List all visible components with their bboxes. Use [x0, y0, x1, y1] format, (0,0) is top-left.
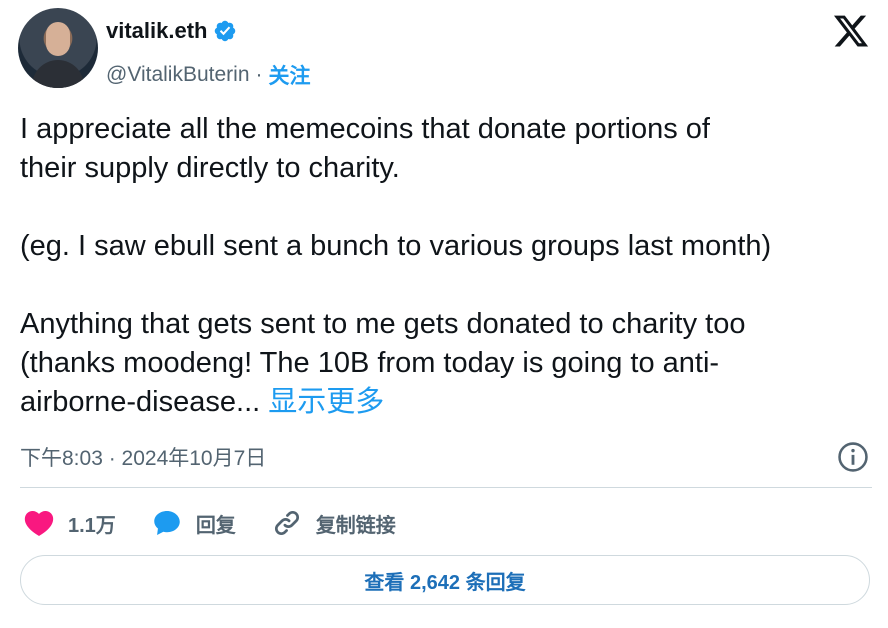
tweet-meta: 下午8:03 · 2024年10月7日: [20, 440, 870, 474]
tweet-body: I appreciate all the memecoins that dona…: [20, 113, 772, 418]
reply-label: 回复: [195, 514, 236, 537]
timestamp[interactable]: 下午8:03 · 2024年10月7日: [20, 442, 266, 472]
view-replies-button[interactable]: 查看 2,642 条回复: [20, 555, 870, 605]
author-name-row: vitalik.eth: [106, 18, 237, 44]
speech-bubble-icon: [154, 510, 180, 536]
copy-link-label: 复制链接: [315, 514, 396, 537]
heart-icon: [24, 510, 54, 536]
divider: [20, 487, 872, 488]
avatar[interactable]: [18, 8, 98, 88]
like-count: 1.1万: [68, 514, 116, 537]
tweet-header: vitalik.eth @VitalikButerin · 关注: [18, 8, 878, 92]
link-icon: [274, 511, 299, 535]
info-icon[interactable]: [836, 440, 870, 474]
separator: ·: [255, 63, 263, 86]
follow-button[interactable]: 关注: [269, 60, 311, 90]
verified-badge-icon: [215, 20, 236, 42]
x-logo-icon[interactable]: [832, 12, 870, 50]
author-name[interactable]: vitalik.eth: [106, 18, 207, 44]
action-bar: 1.1万 回复 复制链接: [22, 503, 430, 543]
show-more-link[interactable]: 显示更多: [268, 386, 384, 418]
tweet-text: I appreciate all the memecoins that dona…: [20, 110, 880, 422]
copy-link-button[interactable]: 复制链接: [270, 506, 396, 540]
like-button[interactable]: 1.1万: [22, 506, 116, 540]
author-handle[interactable]: @VitalikButerin: [106, 63, 250, 87]
handle-row: @VitalikButerin · 关注: [106, 60, 311, 90]
reply-button[interactable]: 回复: [150, 506, 236, 540]
